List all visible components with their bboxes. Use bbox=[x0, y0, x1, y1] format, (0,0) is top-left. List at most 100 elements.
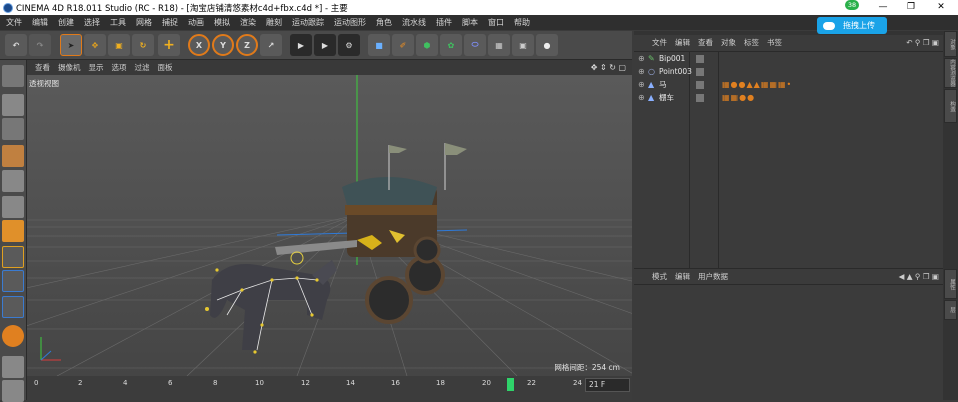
coordinate-system-icon[interactable]: ↗ bbox=[260, 34, 282, 56]
upload-button[interactable]: 拖拽上传 bbox=[817, 17, 887, 34]
floor-scene-icon[interactable]: ▦ bbox=[488, 34, 510, 56]
snap-icon[interactable] bbox=[2, 296, 24, 318]
menu-create[interactable]: 创建 bbox=[58, 17, 74, 28]
menu-pipeline[interactable]: 流水线 bbox=[402, 17, 426, 28]
menu-animate[interactable]: 动画 bbox=[188, 17, 204, 28]
texture-mode-icon[interactable] bbox=[2, 118, 24, 140]
visibility-toggle[interactable] bbox=[696, 93, 704, 102]
pen-spline-icon[interactable]: ✐ bbox=[392, 34, 414, 56]
current-frame-field[interactable]: 21 F bbox=[585, 378, 630, 392]
menu-render[interactable]: 渲染 bbox=[240, 17, 256, 28]
am-menu-edit[interactable]: 编辑 bbox=[675, 271, 690, 282]
menu-file[interactable]: 文件 bbox=[6, 17, 22, 28]
menu-mograph[interactable]: 运动图形 bbox=[334, 17, 366, 28]
viewport-menu-panel[interactable]: 面板 bbox=[158, 62, 173, 73]
menu-window[interactable]: 窗口 bbox=[488, 17, 504, 28]
viewport-nav-icons[interactable]: ✥ ⇕ ↻ ▢ bbox=[591, 63, 626, 72]
viewport-menu-display[interactable]: 显示 bbox=[89, 62, 104, 73]
tab-structure[interactable]: 构造 bbox=[944, 89, 957, 123]
deformer-icon[interactable]: ⬭ bbox=[464, 34, 486, 56]
timeline[interactable]: 0 2 4 6 8 10 12 14 16 18 20 22 24 21 F bbox=[27, 376, 632, 400]
magnet-icon[interactable] bbox=[2, 325, 24, 347]
object-row[interactable]: ⊕ ▲ 棚车 ▦▦●● bbox=[634, 91, 943, 104]
light-bulb-icon[interactable]: ● bbox=[536, 34, 558, 56]
menu-select[interactable]: 选择 bbox=[84, 17, 100, 28]
menu-plugins[interactable]: 插件 bbox=[436, 17, 452, 28]
visibility-toggle[interactable] bbox=[696, 67, 704, 76]
om-menu-tags[interactable]: 标签 bbox=[744, 37, 759, 48]
viewport-menu-camera[interactable]: 摄像机 bbox=[58, 62, 81, 73]
axis-y-button[interactable]: Y bbox=[212, 34, 234, 56]
expand-icon[interactable]: ⊕ bbox=[638, 80, 645, 89]
menu-help[interactable]: 帮助 bbox=[514, 17, 530, 28]
perspective-viewport[interactable]: 透视视图 网格间距：254 cm bbox=[27, 75, 632, 376]
object-row[interactable]: ⊕ ✎ Bip001 bbox=[634, 52, 943, 65]
polygons-mode-icon[interactable] bbox=[2, 220, 24, 242]
menu-snap[interactable]: 捕捉 bbox=[162, 17, 178, 28]
tweak-mode-icon[interactable] bbox=[2, 270, 24, 292]
expand-icon[interactable]: ⊕ bbox=[638, 67, 645, 76]
om-menu-view[interactable]: 查看 bbox=[698, 37, 713, 48]
axis-x-button[interactable]: X bbox=[188, 34, 210, 56]
cube-icon[interactable]: ■ bbox=[368, 34, 390, 56]
model-mode-icon[interactable] bbox=[2, 94, 24, 116]
render-picture-viewer-icon[interactable]: ▶ bbox=[314, 34, 336, 56]
move-icon[interactable]: ✥ bbox=[84, 34, 106, 56]
om-nav-icons[interactable]: ↶ ⚲ ❐ ▣ bbox=[906, 38, 939, 47]
om-menu-edit[interactable]: 编辑 bbox=[675, 37, 690, 48]
expand-icon[interactable]: ⊕ bbox=[638, 54, 645, 63]
timeline-ruler[interactable]: 0 2 4 6 8 10 12 14 16 18 20 22 24 bbox=[27, 376, 632, 400]
lock-workplane-icon[interactable] bbox=[2, 356, 24, 378]
viewport-menu-view[interactable]: 查看 bbox=[35, 62, 50, 73]
tab-layers[interactable]: 层 bbox=[944, 300, 957, 320]
tab-objects[interactable]: 对象 bbox=[944, 31, 957, 57]
menu-sculpt[interactable]: 雕刻 bbox=[266, 17, 282, 28]
viewport-menu-filter[interactable]: 过滤 bbox=[135, 62, 150, 73]
array-cloner-icon[interactable]: ✿ bbox=[440, 34, 462, 56]
menu-script[interactable]: 脚本 bbox=[462, 17, 478, 28]
viewport-menu-options[interactable]: 选项 bbox=[112, 62, 127, 73]
camera-icon[interactable]: ▣ bbox=[512, 34, 534, 56]
visibility-toggle[interactable] bbox=[696, 80, 704, 89]
object-row[interactable]: ⊕ ○ Point003 bbox=[634, 65, 943, 78]
make-editable-icon[interactable] bbox=[2, 65, 24, 87]
am-nav-icons[interactable]: ◀ ▲ ⚲ ❐ ▣ bbox=[899, 272, 939, 281]
timeline-playhead[interactable] bbox=[507, 378, 514, 391]
subdivision-icon[interactable]: ⬢ bbox=[416, 34, 438, 56]
material-tags[interactable]: ▦●●▲▲▦▦▦• bbox=[722, 80, 792, 89]
visibility-toggle[interactable] bbox=[696, 54, 704, 63]
axis-z-button[interactable]: Z bbox=[236, 34, 258, 56]
menu-edit[interactable]: 编辑 bbox=[32, 17, 48, 28]
render-view-icon[interactable]: ▶ bbox=[290, 34, 312, 56]
object-row[interactable]: ⊕ ▲ 马 ▦●●▲▲▦▦▦• bbox=[634, 78, 943, 91]
scale-icon[interactable]: ▣ bbox=[108, 34, 130, 56]
om-menu-bookmarks[interactable]: 书签 bbox=[767, 37, 782, 48]
close-icon[interactable]: ✕ bbox=[928, 0, 954, 15]
render-settings-icon[interactable]: ⚙ bbox=[338, 34, 360, 56]
am-menu-user-data[interactable]: 用户数据 bbox=[698, 271, 728, 282]
points-mode-icon[interactable] bbox=[2, 170, 24, 192]
om-menu-file[interactable]: 文件 bbox=[652, 37, 667, 48]
workplane-icon[interactable] bbox=[2, 145, 24, 167]
menu-mesh[interactable]: 网格 bbox=[136, 17, 152, 28]
tab-attributes[interactable]: 属性 bbox=[944, 269, 957, 299]
menu-motion-tracking[interactable]: 运动跟踪 bbox=[292, 17, 324, 28]
enable-axis-icon[interactable] bbox=[2, 246, 24, 268]
redo-icon[interactable]: ↷ bbox=[29, 34, 51, 56]
tab-content-browser[interactable]: 内容浏览器 bbox=[944, 58, 957, 88]
maximize-icon[interactable]: ❐ bbox=[898, 0, 924, 15]
expand-icon[interactable]: ⊕ bbox=[638, 93, 645, 102]
undo-icon[interactable]: ↶ bbox=[5, 34, 27, 56]
viewport-scene[interactable] bbox=[27, 75, 632, 376]
minimize-icon[interactable]: — bbox=[870, 0, 896, 15]
material-tags[interactable]: ▦▦●● bbox=[722, 93, 755, 102]
menu-character[interactable]: 角色 bbox=[376, 17, 392, 28]
select-arrow-icon[interactable]: ➤ bbox=[60, 34, 82, 56]
menu-simulate[interactable]: 模拟 bbox=[214, 17, 230, 28]
edges-mode-icon[interactable] bbox=[2, 196, 24, 218]
notification-badge[interactable]: 38 bbox=[845, 0, 859, 10]
planar-workplane-icon[interactable] bbox=[2, 380, 24, 402]
last-tool-icon[interactable]: + bbox=[158, 34, 180, 56]
rotate-icon[interactable]: ↻ bbox=[132, 34, 154, 56]
am-menu-mode[interactable]: 模式 bbox=[652, 271, 667, 282]
